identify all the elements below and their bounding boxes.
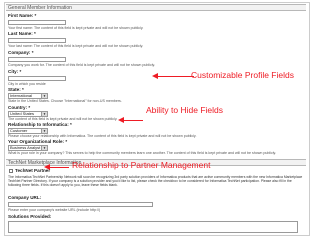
country-label: Country: * — [8, 105, 31, 110]
company-url-input[interactable] — [8, 202, 153, 207]
callout-arrow-line-hide — [123, 120, 143, 121]
solutions-textarea[interactable] — [8, 221, 298, 233]
state-label: State: * — [8, 87, 24, 92]
company-hint: Company you work for. The content of thi… — [8, 63, 156, 67]
partner-paragraph: The Informatica TechNet Partnership Netw… — [8, 175, 303, 187]
relationship-hint: Please choose your relationship with Inf… — [8, 134, 197, 138]
state-hint: State in the United States. Choose "Inte… — [8, 99, 122, 103]
company-input[interactable] — [8, 57, 66, 62]
org-role-select-value: Business Analyst — [10, 145, 41, 150]
last-name-hint: Your last name: The content of this fiel… — [8, 44, 144, 48]
callout-arrow-line-customizable — [157, 76, 194, 77]
relationship-select-value: Customer — [10, 128, 28, 133]
org-role-hint: What is your role in your company? This … — [8, 151, 277, 155]
company-label: Company: * — [8, 50, 34, 55]
city-input[interactable] — [8, 76, 66, 81]
solutions-label: Solutions Provided: — [8, 214, 52, 219]
chevron-down-icon: ▼ — [41, 146, 47, 150]
last-name-input[interactable] — [8, 38, 66, 43]
company-url-label: Company URL: — [8, 195, 42, 200]
chevron-down-icon: ▼ — [41, 94, 47, 98]
country-select-value: United States — [10, 111, 35, 116]
first-name-hint: Your first name: The content of this fie… — [8, 26, 144, 30]
first-name-label: First Name: * — [8, 13, 37, 18]
country-hint: The content of this field is kept privat… — [8, 117, 118, 121]
chevron-down-icon: ▼ — [41, 129, 47, 133]
chevron-down-icon: ▼ — [41, 112, 47, 116]
city-hint: City in which you reside — [8, 82, 46, 86]
callout-hide: Ability to Hide Fields — [146, 105, 224, 115]
last-name-label: Last Name: * — [8, 31, 36, 36]
org-role-label: Your Organizational Role: * — [8, 139, 68, 144]
company-url-hint: Please enter your company's website URL … — [8, 208, 101, 212]
section-header-general: General Member Information — [6, 4, 306, 11]
city-label: City: * — [8, 69, 22, 74]
state-select-value: International — [10, 93, 33, 98]
first-name-input[interactable] — [8, 20, 66, 25]
partner-checkbox[interactable] — [9, 169, 13, 173]
callout-partner: Relationship to Partner Management — [72, 160, 211, 170]
relationship-label: Relationship to Informatica: * — [8, 122, 72, 127]
callout-customizable: Customizable Profile Fields — [191, 70, 294, 80]
callout-arrow-line-partner — [49, 167, 69, 168]
